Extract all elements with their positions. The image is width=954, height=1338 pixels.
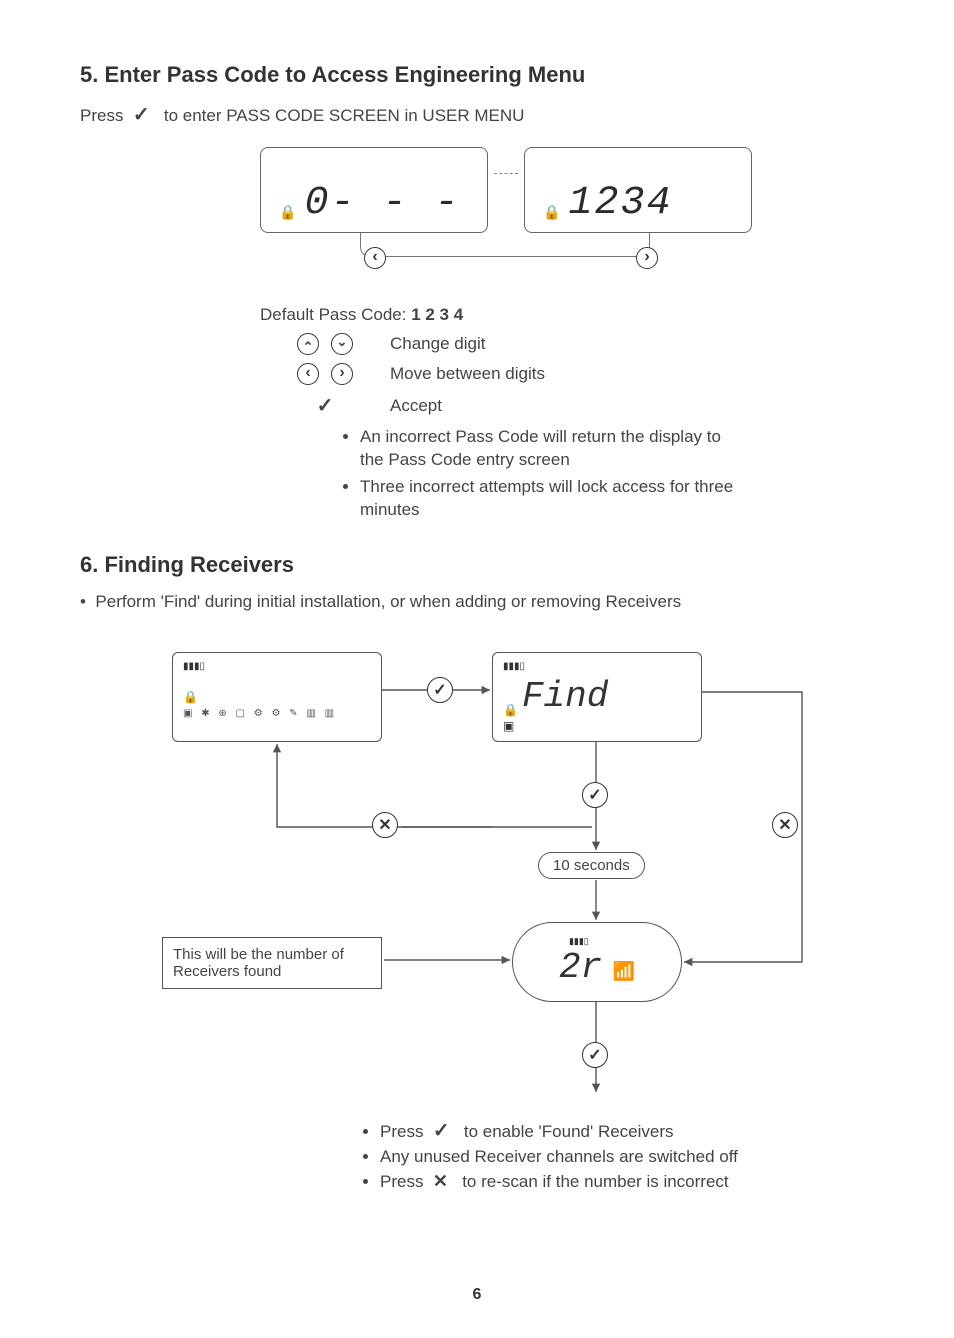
default-passcode-value: 1 2 3 4 xyxy=(411,305,463,325)
arrow-left-icon xyxy=(297,363,319,385)
arrow-left-icon xyxy=(364,247,386,269)
section-6-bullets: Press to enable 'Found' Receivers Any un… xyxy=(380,1118,874,1192)
receivers-found-note: This will be the number of Receivers fou… xyxy=(162,937,382,989)
bracket-line xyxy=(360,233,650,257)
bullet-unused-channels: Any unused Receiver channels are switche… xyxy=(380,1147,874,1167)
device-screen-menu: ▮▮▮▯ 🔒 ▣ ✱ ⊕ ▢ ⚙ ⚙ ✎ ▥ ▥ xyxy=(172,652,382,742)
lock-icon: 🔒 xyxy=(279,205,298,222)
result-display-text: 2r xyxy=(559,947,602,988)
arrow-right-icon xyxy=(636,247,658,269)
b3-pre: Press xyxy=(380,1172,423,1191)
lcd-screen-entered: 🔒 1234 xyxy=(524,147,752,233)
checkmark-icon xyxy=(317,393,334,418)
legend-accept: Accept xyxy=(390,396,442,416)
legend-change-digit: Change digit xyxy=(390,334,485,354)
b1-pre: Press xyxy=(380,1122,423,1141)
checkmark-icon xyxy=(133,106,150,125)
lock-icon: 🔒 xyxy=(543,205,562,222)
press-suffix: to enter PASS CODE SCREEN in USER MENU xyxy=(164,106,525,125)
note-three-attempts: Three incorrect attempts will lock acces… xyxy=(360,476,740,522)
section-6-intro: • Perform 'Find' during initial installa… xyxy=(80,592,874,612)
connector-dash xyxy=(494,173,518,174)
section-5-heading: 5. Enter Pass Code to Access Engineering… xyxy=(80,62,874,88)
passcode-diagram: 🔒 0- - - 🔒 1234 xyxy=(260,147,874,297)
section-6-heading: 6. Finding Receivers xyxy=(80,552,874,578)
signal-icon: 📶 xyxy=(613,961,635,981)
intro-text: Perform 'Find' during initial installati… xyxy=(95,592,681,611)
cancel-circle-icon: ✕ xyxy=(372,812,398,838)
checkmark-circle-icon: ✓ xyxy=(582,1042,608,1068)
page-number: 6 xyxy=(0,1286,954,1304)
checkmark-circle-icon: ✓ xyxy=(427,677,453,703)
ten-seconds-label: 10 seconds xyxy=(538,852,645,879)
default-passcode-label: Default Pass Code: xyxy=(260,305,406,325)
b1-post: to enable 'Found' Receivers xyxy=(464,1122,674,1141)
checkmark-icon xyxy=(433,1122,450,1141)
device-screen-result: ▮▮▮▯ 2r 📶 xyxy=(512,922,682,1002)
find-receivers-diagram: ▮▮▮▯ 🔒 ▣ ✱ ⊕ ▢ ⚙ ⚙ ✎ ▥ ▥ ▮▮▮▯ 🔒 Find ▣ ▮… xyxy=(162,642,822,1112)
passcode-legend: Default Pass Code: 1 2 3 4 Change digit … xyxy=(260,305,874,522)
arrow-right-icon xyxy=(331,363,353,385)
bullet-rescan: Press to re-scan if the number is incorr… xyxy=(380,1171,874,1192)
x-icon xyxy=(433,1172,448,1191)
find-display-text: Find xyxy=(522,676,608,717)
section-5-instruction: Press to enter PASS CODE SCREEN in USER … xyxy=(80,102,874,127)
arrow-down-icon xyxy=(331,333,353,355)
cancel-circle-icon: ✕ xyxy=(772,812,798,838)
b3-post: to re-scan if the number is incorrect xyxy=(462,1172,728,1191)
lcd-screen-initial: 🔒 0- - - xyxy=(260,147,488,233)
checkmark-circle-icon: ✓ xyxy=(582,782,608,808)
press-prefix: Press xyxy=(80,106,123,125)
note-incorrect-code: An incorrect Pass Code will return the d… xyxy=(360,426,740,472)
device-screen-find: ▮▮▮▯ 🔒 Find ▣ xyxy=(492,652,702,742)
lcd-left-value: 0- - - xyxy=(304,181,460,226)
arrow-up-icon xyxy=(297,333,319,355)
legend-move-digits: Move between digits xyxy=(390,364,545,384)
lcd-right-value: 1234 xyxy=(568,181,672,226)
bullet-enable-found: Press to enable 'Found' Receivers xyxy=(380,1118,874,1143)
